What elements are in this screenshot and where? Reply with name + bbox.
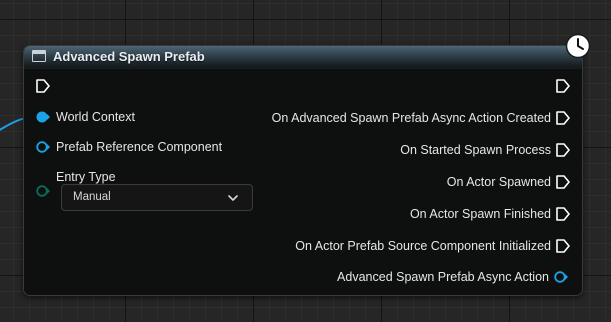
- exec-in-pin-icon[interactable]: [35, 78, 51, 94]
- function-icon: [32, 50, 46, 62]
- exec-out-pin-icon[interactable]: [555, 78, 571, 94]
- output-exec-label-5: On Actor Prefab Source Component Initial…: [295, 239, 551, 253]
- output-exec-pin-icon-1[interactable]: [555, 110, 571, 126]
- output-exec-pin-icon-5[interactable]: [555, 238, 571, 254]
- output-exec-pin-icon-4[interactable]: [555, 206, 571, 222]
- output-exec-label-3: On Actor Spawned: [446, 175, 551, 189]
- entry-type-dropdown[interactable]: Manual: [61, 184, 253, 211]
- output-exec-label-4: On Actor Spawn Finished: [409, 207, 551, 221]
- output-exec-label-2: On Started Spawn Process: [400, 143, 551, 157]
- prefab-reference-component-label: Prefab Reference Component: [56, 140, 223, 154]
- entry-type-pin-icon[interactable]: [35, 183, 51, 199]
- entry-type-selected-value: Manual: [73, 191, 111, 203]
- node-title: Advanced Spawn Prefab: [53, 49, 205, 64]
- output-exec-pin-icon-3[interactable]: [555, 174, 571, 190]
- chevron-down-icon: [228, 195, 238, 201]
- world-context-label: World Context: [56, 110, 135, 124]
- node-header[interactable]: Advanced Spawn Prefab: [24, 46, 582, 69]
- world-context-pin-icon[interactable]: [35, 109, 51, 125]
- prefab-reference-component-pin-icon[interactable]: [35, 139, 51, 155]
- advanced-spawn-prefab-node[interactable]: Advanced Spawn Prefab World Context Pref…: [23, 33, 591, 296]
- return-value-pin-icon[interactable]: [553, 269, 569, 285]
- output-exec-label-1: On Advanced Spawn Prefab Async Action Cr…: [271, 111, 551, 125]
- clock-icon: [565, 33, 591, 59]
- return-value-label: Advanced Spawn Prefab Async Action: [337, 270, 549, 284]
- output-exec-pin-icon-2[interactable]: [555, 142, 571, 158]
